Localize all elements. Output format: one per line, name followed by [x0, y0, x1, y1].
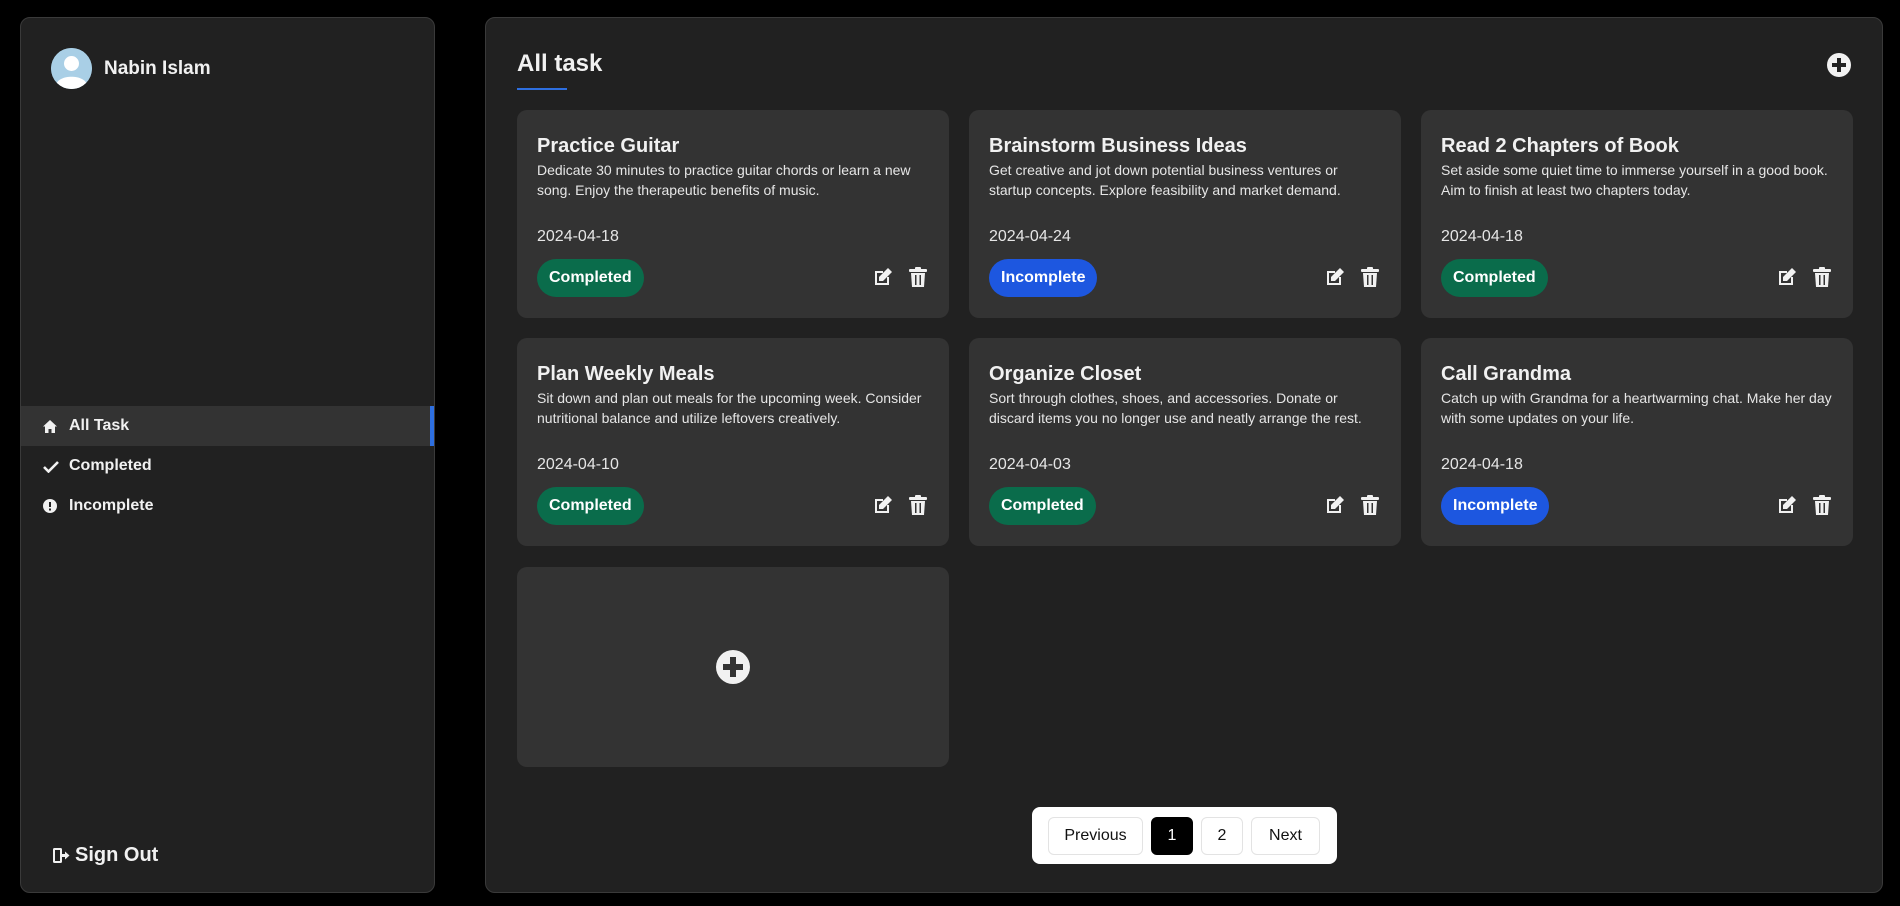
- edit-icon[interactable]: [1325, 267, 1345, 287]
- task-actions: [1325, 495, 1381, 515]
- task-date: 2024-04-18: [1441, 456, 1523, 473]
- status-badge[interactable]: Completed: [537, 259, 644, 297]
- user-avatar-icon: [51, 48, 92, 89]
- edit-icon[interactable]: [1777, 267, 1797, 287]
- main-panel: All task Practice Guitar Dedicate 30 min…: [485, 17, 1883, 893]
- trash-icon[interactable]: [1361, 495, 1381, 515]
- sidebar-nav: All Task Completed Incomplete: [21, 406, 434, 526]
- task-date: 2024-04-10: [537, 456, 619, 473]
- sidebar-item-all-task[interactable]: All Task: [21, 406, 434, 446]
- task-title: Call Grandma: [1441, 363, 1572, 385]
- page-title: All task: [517, 50, 603, 77]
- task-card: Organize Closet Sort through clothes, sh…: [969, 338, 1401, 546]
- edit-icon[interactable]: [1325, 495, 1345, 515]
- sidebar-item-label: Completed: [69, 457, 152, 474]
- title-underline: [517, 88, 567, 90]
- sidebar-item-completed[interactable]: Completed: [21, 446, 434, 486]
- plus-circle-icon: [1827, 53, 1851, 77]
- sidebar-item-label: Incomplete: [69, 497, 154, 514]
- task-title: Organize Closet: [989, 363, 1142, 385]
- task-description: Catch up with Grandma for a heartwarming…: [1441, 390, 1832, 426]
- task-description: Dedicate 30 minutes to practice guitar c…: [537, 162, 911, 198]
- task-date: 2024-04-24: [989, 228, 1071, 245]
- sidebar-item-label: All Task: [69, 417, 130, 434]
- trash-icon[interactable]: [909, 267, 929, 287]
- task-card: Practice Guitar Dedicate 30 minutes to p…: [517, 110, 949, 318]
- task-actions: [1325, 267, 1381, 287]
- sidebar-item-incomplete[interactable]: Incomplete: [21, 486, 434, 526]
- status-badge[interactable]: Completed: [537, 487, 644, 525]
- sidebar: Nabin Islam All Task Completed Incomplet…: [20, 17, 435, 893]
- check-icon: [43, 460, 69, 473]
- task-actions: [1777, 495, 1833, 515]
- edit-icon[interactable]: [873, 267, 893, 287]
- task-card: Read 2 Chapters of Book Set aside some q…: [1421, 110, 1853, 318]
- status-badge[interactable]: Completed: [989, 487, 1096, 525]
- next-page-button[interactable]: Next: [1251, 816, 1320, 855]
- page-button-1[interactable]: 1: [1151, 816, 1193, 855]
- task-title: Read 2 Chapters of Book: [1441, 135, 1679, 157]
- trash-icon[interactable]: [1813, 495, 1833, 515]
- trash-icon[interactable]: [1361, 267, 1381, 287]
- task-description: Set aside some quiet time to immerse you…: [1441, 162, 1828, 198]
- task-actions: [1777, 267, 1833, 287]
- trash-icon[interactable]: [1813, 267, 1833, 287]
- add-task-button[interactable]: [1826, 52, 1852, 78]
- status-badge[interactable]: Completed: [1441, 259, 1548, 297]
- page-button-2[interactable]: 2: [1201, 816, 1243, 855]
- task-title: Practice Guitar: [537, 135, 680, 157]
- sign-out-label: Sign Out: [75, 844, 159, 866]
- pagination: Previous 1 2 Next: [1032, 807, 1337, 864]
- plus-circle-icon: [716, 650, 750, 684]
- task-date: 2024-04-03: [989, 456, 1071, 473]
- task-description: Sort through clothes, shoes, and accesso…: [989, 390, 1362, 426]
- status-badge[interactable]: Incomplete: [1441, 487, 1550, 525]
- task-card: Brainstorm Business Ideas Get creative a…: [969, 110, 1401, 318]
- avatar: [51, 48, 92, 89]
- task-title: Plan Weekly Meals: [537, 363, 715, 385]
- task-description: Sit down and plan out meals for the upco…: [537, 390, 922, 426]
- task-description: Get creative and jot down potential busi…: [989, 162, 1341, 198]
- task-card: Call Grandma Catch up with Grandma for a…: [1421, 338, 1853, 546]
- task-date: 2024-04-18: [1441, 228, 1523, 245]
- task-actions: [873, 267, 929, 287]
- user-profile: Nabin Islam: [51, 48, 211, 89]
- edit-icon[interactable]: [1777, 495, 1797, 515]
- status-badge[interactable]: Incomplete: [989, 259, 1098, 297]
- user-name: Nabin Islam: [104, 57, 211, 79]
- edit-icon[interactable]: [873, 495, 893, 515]
- task-title: Brainstorm Business Ideas: [989, 135, 1247, 157]
- add-task-card[interactable]: [517, 567, 949, 767]
- sign-out-button[interactable]: Sign Out: [53, 844, 158, 867]
- task-card: Plan Weekly Meals Sit down and plan out …: [517, 338, 949, 546]
- task-actions: [873, 495, 929, 515]
- previous-page-button[interactable]: Previous: [1048, 816, 1143, 855]
- home-icon: [43, 419, 69, 433]
- task-date: 2024-04-18: [537, 228, 619, 245]
- exclamation-circle-icon: [43, 499, 69, 513]
- trash-icon[interactable]: [909, 495, 929, 515]
- sign-out-icon: [53, 848, 75, 863]
